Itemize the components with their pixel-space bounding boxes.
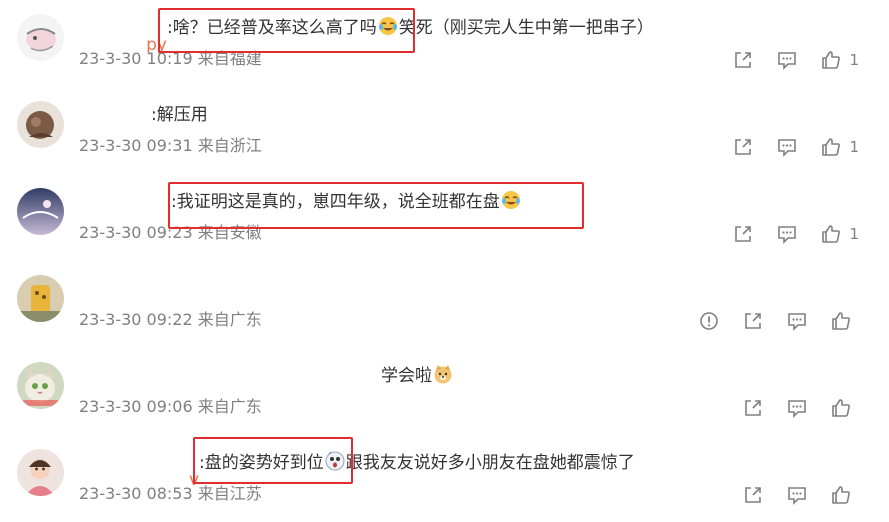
- comment-meta: 23-3-30 10:19 来自福建: [79, 48, 262, 70]
- avatar[interactable]: [17, 449, 64, 496]
- share-icon: [745, 487, 761, 503]
- avatar[interactable]: [17, 275, 64, 322]
- like-button[interactable]: 1: [820, 136, 859, 158]
- comment-line: py:啥？已经普及率这么高了吗 笑死（刚买完人生中第一把串子）: [146, 16, 654, 55]
- comment-actions: 1: [710, 222, 859, 246]
- comment-location: 来自安徽: [197, 223, 262, 242]
- comment-meta: 23-3-30 09:06 来自广东: [79, 396, 262, 418]
- comment-time: 23-3-30 09:31: [79, 136, 193, 155]
- comment-location: 来自江苏: [197, 484, 262, 503]
- like-button[interactable]: 1: [820, 49, 859, 71]
- comment-button[interactable]: [776, 223, 798, 245]
- comment-location: 来自广东: [197, 397, 262, 416]
- comment-line: :我证明这是真的，崽四年级，说全班都在盘: [79, 190, 522, 214]
- comment-item: :解压用 23-3-30 09:31 来自浙江 1: [0, 87, 889, 174]
- comment-text: :我证明这是真的，崽四年级，说全班都在盘: [171, 192, 500, 212]
- like-button[interactable]: [830, 397, 859, 419]
- thumbs-up-icon: [822, 225, 841, 243]
- shocked-emoji: [325, 451, 345, 471]
- comment-actions: [720, 396, 859, 420]
- share-button[interactable]: [732, 223, 754, 245]
- thumbs-up-icon: [822, 138, 841, 156]
- doge-emoji: [433, 364, 453, 384]
- thumbs-up-icon: [832, 312, 850, 330]
- avatar[interactable]: [17, 14, 64, 61]
- share-button[interactable]: [742, 484, 764, 506]
- comment-time: 23-3-30 09:06: [79, 397, 193, 416]
- comment-item: v:盘的姿势好到位 跟我友友说好多小朋友在盘她都震惊了 23-3-30 08:53…: [0, 435, 889, 522]
- share-icon: [735, 52, 752, 68]
- like-button[interactable]: [830, 484, 859, 506]
- comment-item: :我证明这是真的，崽四年级，说全班都在盘 23-3-30 09:23 来自安徽 …: [0, 174, 889, 261]
- like-count: 1: [849, 138, 859, 156]
- thumbs-up-icon: [832, 399, 850, 417]
- thumbs-up-icon: [822, 51, 841, 69]
- comment-location: 来自福建: [197, 49, 262, 68]
- laugh-cry-emoji: [501, 190, 521, 210]
- comment-button[interactable]: [786, 484, 808, 506]
- share-button[interactable]: [732, 136, 754, 158]
- comment-icon: [788, 487, 806, 505]
- comment-line: v:盘的姿势好到位 跟我友友说好多小朋友在盘她都震惊了: [188, 451, 635, 490]
- like-button[interactable]: 1: [820, 223, 859, 245]
- comment-icon: [778, 226, 797, 244]
- comment-icon: [778, 52, 797, 70]
- comment-location: 来自广东: [197, 310, 262, 329]
- comment-text: :盘的姿势好到位: [199, 453, 324, 473]
- share-button[interactable]: [732, 49, 754, 71]
- comment-actions: [720, 483, 859, 507]
- thumbs-up-icon: [832, 486, 850, 504]
- comment-time: 23-3-30 10:19: [79, 49, 193, 68]
- comment-time: 23-3-30 09:23: [79, 223, 193, 242]
- comment-time: 23-3-30 09:22: [79, 310, 193, 329]
- comment-text-after: 笑死（刚买完人生中第一把串子）: [398, 18, 654, 38]
- report-icon: [700, 312, 718, 330]
- comment-time: 23-3-30 08:53: [79, 484, 193, 503]
- laugh-cry-emoji: [378, 16, 398, 36]
- share-button[interactable]: [742, 397, 764, 419]
- comment-button[interactable]: [786, 310, 808, 332]
- comment-actions: [676, 309, 859, 333]
- comment-item: 23-3-30 09:22 来自广东: [0, 261, 889, 348]
- comment-button[interactable]: [776, 49, 798, 71]
- comment-icon: [778, 139, 797, 157]
- avatar[interactable]: [17, 362, 64, 409]
- share-icon: [735, 139, 752, 155]
- comment-item: py:啥？已经普及率这么高了吗 笑死（刚买完人生中第一把串子） 23-3-30 1…: [0, 0, 889, 87]
- comment-line: 学会啦: [79, 364, 454, 388]
- avatar[interactable]: [17, 101, 64, 148]
- comment-button[interactable]: [776, 136, 798, 158]
- share-icon: [735, 226, 752, 242]
- comment-meta: 23-3-30 08:53 来自江苏: [79, 483, 262, 505]
- comment-text-after: 跟我友友说好多小朋友在盘她都震惊了: [345, 453, 635, 473]
- share-icon: [745, 400, 761, 416]
- comment-icon: [788, 400, 806, 418]
- comment-text: :啥？已经普及率这么高了吗: [167, 18, 377, 38]
- comment-button[interactable]: [786, 397, 808, 419]
- share-button[interactable]: [742, 310, 764, 332]
- comment-meta: 23-3-30 09:31 来自浙江: [79, 135, 262, 157]
- comment-meta: 23-3-30 09:22 来自广东: [79, 309, 262, 331]
- like-count: 1: [849, 51, 859, 69]
- avatar[interactable]: [17, 188, 64, 235]
- comment-text: 学会啦: [381, 366, 432, 386]
- like-button[interactable]: [830, 310, 859, 332]
- comment-actions: 1: [710, 135, 859, 159]
- share-icon: [745, 313, 761, 329]
- report-button[interactable]: [698, 310, 720, 332]
- comment-actions: 1: [710, 48, 859, 72]
- comment-location: 来自浙江: [197, 136, 262, 155]
- comment-line: [79, 277, 211, 301]
- comment-item: 学会啦 23-3-30 09:06 来自广东: [0, 348, 889, 435]
- comment-text: :解压用: [151, 105, 208, 125]
- like-count: 1: [849, 225, 859, 243]
- comment-meta: 23-3-30 09:23 来自安徽: [79, 222, 262, 244]
- comment-icon: [788, 313, 806, 331]
- comment-line: :解压用: [79, 103, 208, 127]
